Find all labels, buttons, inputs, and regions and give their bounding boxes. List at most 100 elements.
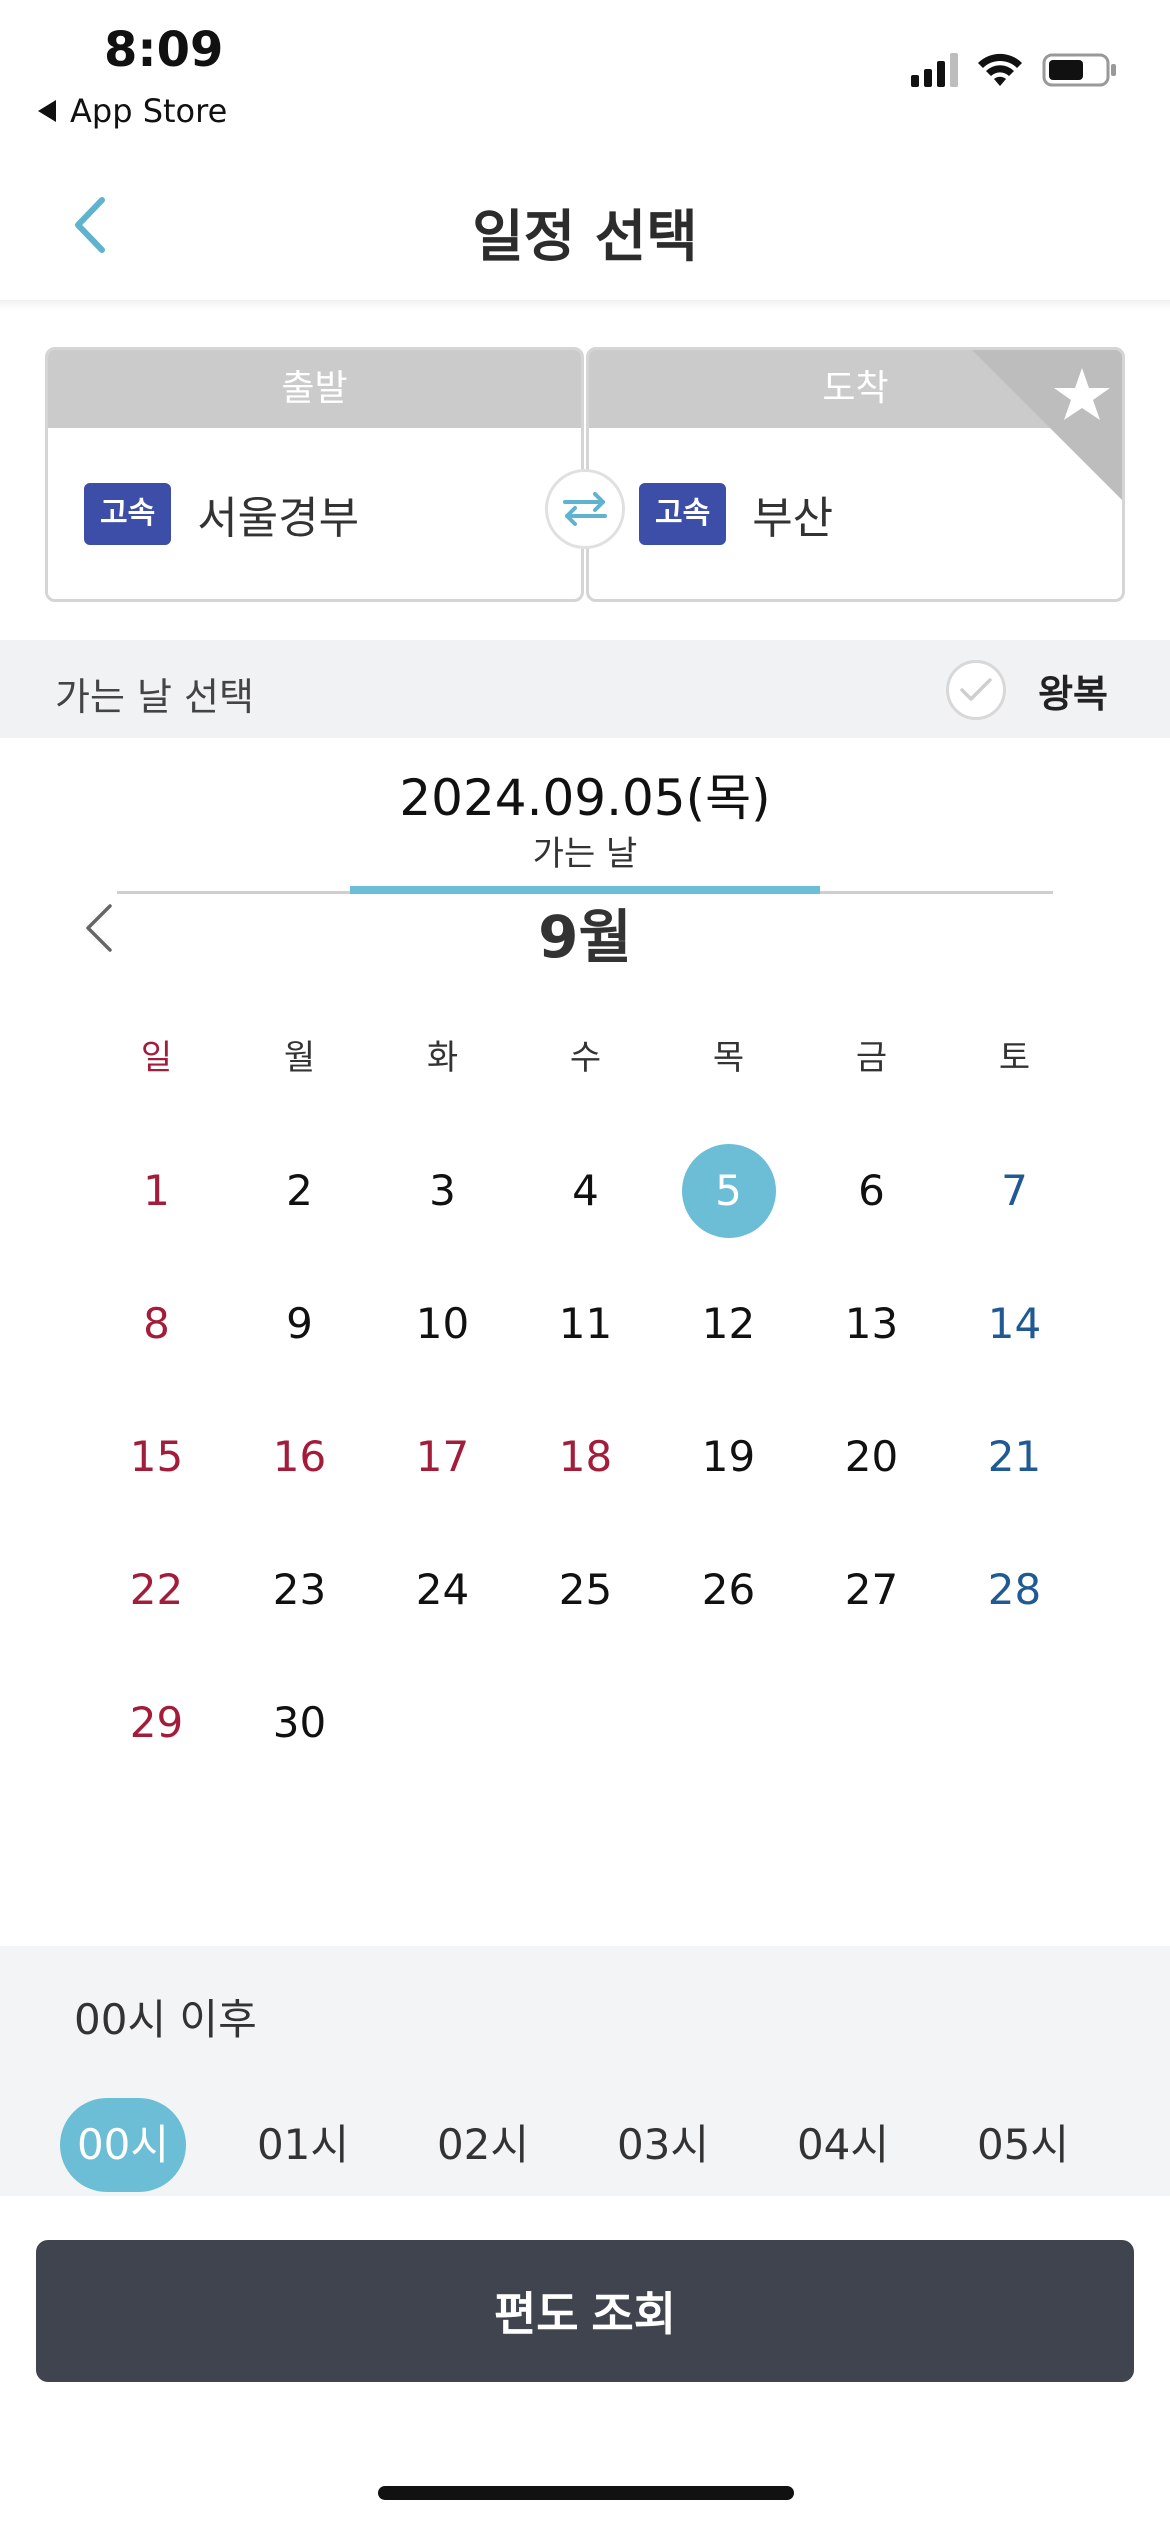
calendar-day-number: 19 (701, 1432, 756, 1481)
calendar-day-number: 24 (415, 1565, 470, 1614)
calendar-day-number: 3 (429, 1166, 456, 1215)
calendar-day-number: 17 (415, 1432, 470, 1481)
calendar-day[interactable]: 7 (943, 1160, 1086, 1293)
calendar-day-number: 27 (844, 1565, 899, 1614)
route-card: 출발 고속 서울경부 도착 고속 부산 (45, 347, 1125, 602)
weekday-fri: 금 (855, 1038, 888, 1078)
calendar-day[interactable]: 10 (371, 1293, 514, 1426)
time-chip[interactable]: 01시 (240, 2098, 366, 2192)
calendar-day[interactable]: 6 (800, 1160, 943, 1293)
calendar-day-number: 6 (858, 1166, 885, 1215)
time-chip[interactable]: 02시 (420, 2098, 546, 2192)
weekday-wed: 수 (569, 1038, 602, 1078)
calendar-day[interactable]: 4 (514, 1160, 657, 1293)
calendar-day-number: 2 (286, 1166, 313, 1215)
back-triangle-icon (38, 100, 56, 122)
calendar-day[interactable]: 14 (943, 1293, 1086, 1426)
selected-date: 2024.09.05(목) (399, 769, 771, 827)
calendar-day-number: 4 (572, 1166, 599, 1215)
arrival-type-tag: 고속 (639, 482, 727, 545)
calendar-day[interactable]: 11 (514, 1293, 657, 1426)
back-to-app-store[interactable]: App Store (38, 92, 227, 130)
calendar-day-number: 29 (129, 1698, 184, 1747)
calendar-day-number: 7 (1001, 1166, 1028, 1215)
date-select-bar: 가는 날 선택 왕복 (0, 640, 1170, 738)
calendar-day[interactable]: 9 (228, 1293, 371, 1426)
calendar-day-number: 22 (129, 1565, 184, 1614)
home-indicator (378, 2486, 794, 2500)
calendar-day-number: 16 (272, 1432, 327, 1481)
calendar-day[interactable]: 12 (657, 1293, 800, 1426)
calendar-day[interactable]: 29 (85, 1692, 228, 1825)
calendar-day-number: 23 (272, 1565, 327, 1614)
calendar-day-number: 15 (129, 1432, 184, 1481)
month-label: 9월 (538, 903, 632, 971)
date-select-label: 가는 날 선택 (55, 675, 254, 719)
calendar-day-number: 13 (844, 1299, 899, 1348)
departure-box[interactable]: 출발 고속 서울경부 (45, 347, 584, 602)
calendar-day[interactable]: 8 (85, 1293, 228, 1426)
calendar-day[interactable]: 25 (514, 1559, 657, 1692)
time-chip[interactable]: 05시 (960, 2098, 1086, 2192)
calendar-day[interactable]: 2 (228, 1160, 371, 1293)
calendar-day-number: 20 (844, 1432, 899, 1481)
time-select-label: 00시 이후 (74, 1995, 257, 2044)
calendar-day-number: 5 (681, 1144, 776, 1238)
calendar-day[interactable]: 22 (85, 1559, 228, 1692)
calendar-day-number: 28 (987, 1565, 1042, 1614)
roundtrip-checkbox[interactable] (946, 660, 1007, 720)
departure-header: 출발 (48, 350, 581, 428)
calendar-day[interactable]: 21 (943, 1426, 1086, 1559)
calendar-day-number: 26 (701, 1565, 756, 1614)
time-chip[interactable]: 04시 (780, 2098, 906, 2192)
calendar-day[interactable]: 15 (85, 1426, 228, 1559)
weekday-sat: 토 (998, 1038, 1031, 1078)
calendar-day[interactable]: 20 (800, 1426, 943, 1559)
time-select-section: 00시 이후 00시 01시 02시 03시 04시 05시 (0, 1946, 1170, 2196)
swap-button[interactable] (545, 469, 625, 549)
calendar-day[interactable]: 17 (371, 1426, 514, 1559)
calendar-day[interactable]: 16 (228, 1426, 371, 1559)
calendar: 일 월 화 수 목 금 토 1 2 3 4 5 6 7 8 9 10 11 12 13 14 15 16 17 1… (85, 1030, 1085, 1825)
weekday-thu: 목 (712, 1038, 745, 1078)
calendar-day-number: 25 (558, 1565, 613, 1614)
calendar-day[interactable]: 13 (800, 1293, 943, 1426)
time-chip[interactable]: 03시 (600, 2098, 726, 2192)
calendar-day[interactable]: 27 (800, 1559, 943, 1692)
calendar-day-selected[interactable]: 5 (657, 1144, 800, 1293)
status-bar: 8:09 App Store (0, 0, 1170, 140)
check-icon (960, 678, 992, 701)
selected-date-label: 가는 날 (532, 834, 638, 874)
one-way-search-button[interactable]: 편도 조회 (36, 2240, 1134, 2382)
status-icons (911, 52, 1118, 88)
signal-icon (911, 53, 958, 87)
calendar-day[interactable]: 19 (657, 1426, 800, 1559)
calendar-day[interactable]: 23 (228, 1559, 371, 1692)
calendar-day[interactable]: 3 (371, 1160, 514, 1293)
arrival-terminal: 부산 (752, 492, 834, 544)
calendar-day-number: 8 (143, 1299, 170, 1348)
header: 일정 선택 (0, 150, 1170, 300)
calendar-day-number: 14 (987, 1299, 1042, 1348)
arrival-box[interactable]: 도착 고속 부산 (586, 347, 1125, 602)
departure-terminal: 서울경부 (197, 492, 360, 544)
calendar-day-number: 12 (701, 1299, 756, 1348)
calendar-day[interactable]: 26 (657, 1559, 800, 1692)
calendar-day-number: 9 (286, 1299, 313, 1348)
calendar-day[interactable]: 30 (228, 1692, 371, 1825)
calendar-day-number: 18 (558, 1432, 613, 1481)
weekday-mon: 월 (283, 1038, 316, 1078)
day-grid: 1 2 3 4 5 6 7 8 9 10 11 12 13 14 15 16 17 18 19 20 21 22 23 24 2… (85, 1144, 1086, 1825)
calendar-day[interactable]: 28 (943, 1559, 1086, 1692)
weekday-header: 일 월 화 수 목 금 토 (85, 1030, 1085, 1090)
calendar-day-number: 10 (415, 1299, 470, 1348)
time-chip[interactable]: 00시 (60, 2098, 186, 2192)
calendar-day[interactable]: 1 (85, 1160, 228, 1293)
favorite-star-icon[interactable] (972, 350, 1122, 500)
departure-type-tag: 고속 (84, 482, 172, 545)
calendar-day[interactable]: 18 (514, 1426, 657, 1559)
status-time: 8:09 (104, 22, 224, 78)
calendar-day-number: 1 (143, 1166, 170, 1215)
calendar-day[interactable]: 24 (371, 1559, 514, 1692)
roundtrip-toggle[interactable]: 왕복 (946, 660, 1108, 720)
